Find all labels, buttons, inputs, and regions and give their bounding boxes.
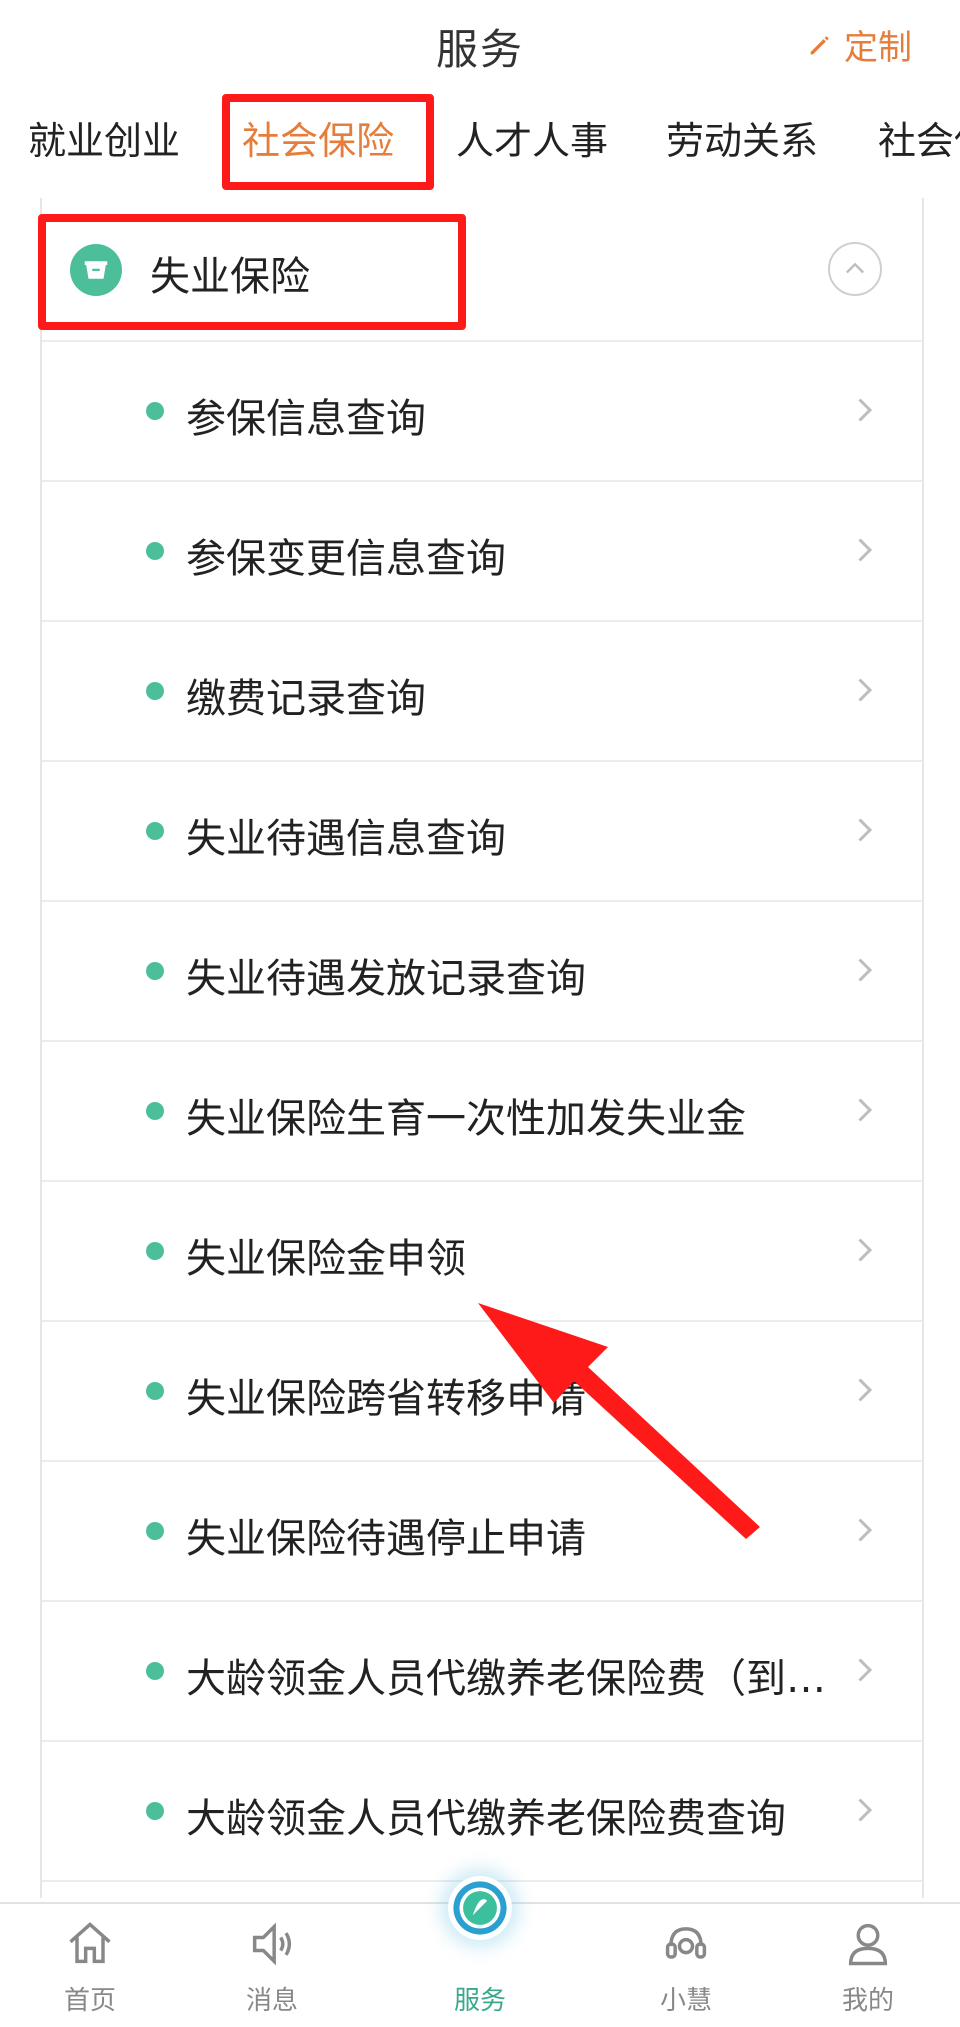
bullet-dot (146, 682, 164, 700)
item-label: 失业待遇信息查询 (186, 816, 506, 862)
item-label: 参保信息查询 (186, 396, 426, 442)
nav-messages[interactable]: 消息 (212, 1918, 332, 2017)
chevron-right-icon (858, 1658, 873, 1682)
item-label: 缴费记录查询 (186, 676, 426, 722)
nav-services-label: 服务 (453, 1986, 506, 2016)
pencil-icon (810, 35, 829, 54)
tab-social-partial[interactable]: 社会保 (878, 110, 960, 165)
headset-icon (665, 1927, 707, 1959)
category-tabs: 就业创业 社会保险 人才人事 劳动关系 社会保 (0, 95, 960, 195)
chevron-right-icon (858, 1378, 873, 1402)
nav-assistant[interactable]: 小慧 (626, 1918, 746, 2017)
chevron-right-icon (858, 398, 873, 422)
bullet-dot (146, 1662, 164, 1680)
list-item[interactable]: 失业待遇发放记录查询 (42, 900, 922, 1042)
item-label: 大龄领金人员代缴养老保险费查询 (186, 1796, 786, 1842)
item-label: 失业待遇发放记录查询 (186, 956, 586, 1002)
nav-profile-label: 我的 (841, 1986, 894, 2016)
home-icon (69, 1922, 111, 1964)
nav-messages-label: 消息 (245, 1986, 298, 2016)
list-item[interactable]: 失业保险生育一次性加发失业金 (42, 1040, 922, 1182)
tab-employment[interactable]: 就业创业 (28, 110, 180, 165)
service-panel: 失业保险 参保信息查询 参保变更信息查询 缴费记录查询 失业待遇信息查询 失业待… (40, 198, 924, 1898)
chevron-right-icon (858, 818, 873, 842)
customize-label: 定制 (844, 28, 912, 68)
item-label: 失业保险金申领 (186, 1236, 466, 1282)
bullet-dot (146, 1102, 164, 1120)
speaker-icon (252, 1922, 292, 1966)
item-label: 大龄领金人员代缴养老保险费（到… (186, 1656, 826, 1702)
bullet-dot (146, 1242, 164, 1260)
tab-talent-personnel[interactable]: 人才人事 (456, 110, 608, 165)
list-item[interactable]: 大龄领金人员代缴养老保险费（到… (42, 1600, 922, 1742)
list-item[interactable]: 参保信息查询 (42, 340, 922, 482)
chevron-right-icon (858, 1098, 873, 1122)
list-item[interactable]: 缴费记录查询 (42, 620, 922, 762)
bullet-dot (146, 822, 164, 840)
chevron-right-icon (858, 1238, 873, 1262)
bullet-dot (146, 402, 164, 420)
nav-home-label: 首页 (63, 1986, 116, 2016)
chevron-right-icon (858, 1798, 873, 1822)
list-item[interactable]: 参保变更信息查询 (42, 480, 922, 622)
list-item[interactable]: 失业待遇信息查询 (42, 760, 922, 902)
bullet-dot (146, 1382, 164, 1400)
list-item[interactable]: 大龄领金人员代缴养老保险费查询 (42, 1740, 922, 1882)
chevron-up-icon (846, 262, 864, 274)
chevron-right-icon (858, 1518, 873, 1542)
chevron-right-icon (858, 958, 873, 982)
tab-labor-relations[interactable]: 劳动关系 (666, 110, 818, 165)
bullet-dot (146, 1802, 164, 1820)
header: 服务 定制 (0, 0, 960, 90)
nav-home[interactable]: 首页 (30, 1918, 150, 2017)
chevron-right-icon (858, 538, 873, 562)
annotation-arrow (478, 1303, 760, 1539)
nav-assistant-label: 小慧 (659, 1986, 712, 2016)
collapse-toggle[interactable] (828, 242, 882, 296)
annotation-highlight-tab (222, 94, 434, 190)
item-label: 失业保险生育一次性加发失业金 (186, 1096, 746, 1142)
annotation-highlight-section (38, 214, 466, 330)
customize-button[interactable]: 定制 (806, 20, 912, 69)
service-logo-icon[interactable] (448, 1876, 512, 1940)
user-icon (848, 1923, 888, 1966)
item-label: 参保变更信息查询 (186, 536, 506, 582)
bullet-dot (146, 1522, 164, 1540)
bullet-dot (146, 962, 164, 980)
chevron-right-icon (858, 678, 873, 702)
nav-profile[interactable]: 我的 (808, 1918, 928, 2017)
bullet-dot (146, 542, 164, 560)
